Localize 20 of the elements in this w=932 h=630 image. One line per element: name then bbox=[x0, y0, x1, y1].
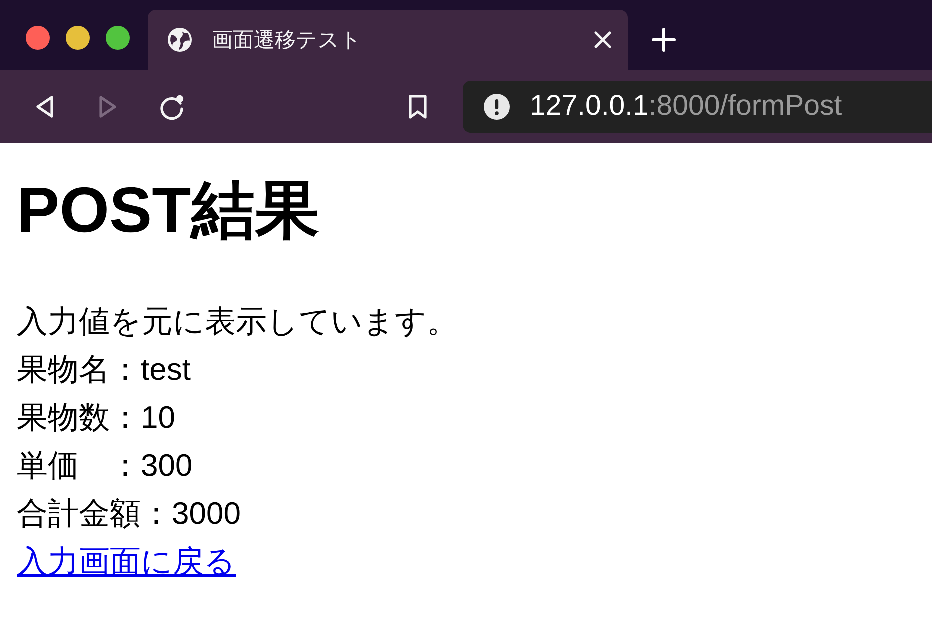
globe-icon bbox=[168, 28, 192, 52]
window-minimize-button[interactable] bbox=[66, 26, 90, 50]
exclamation-circle-icon[interactable] bbox=[484, 94, 510, 120]
page-heading: POST結果 bbox=[17, 173, 320, 247]
body-text: 合計金額：3000 bbox=[17, 495, 241, 533]
body-text: 単価 ：300 bbox=[17, 447, 193, 485]
body-text: 果物数：10 bbox=[17, 399, 176, 437]
close-icon[interactable] bbox=[594, 31, 612, 49]
body-text: 入力値を元に表示しています。 bbox=[17, 303, 458, 341]
back-link[interactable]: 入力画面に戻る bbox=[17, 544, 236, 579]
plus-icon[interactable] bbox=[652, 28, 676, 52]
url-text: 127.0.0.1:8000/formPost bbox=[530, 90, 842, 123]
body-text: 果物名：test bbox=[17, 351, 191, 389]
window-zoom-button[interactable] bbox=[106, 26, 130, 50]
left-triangle-icon[interactable] bbox=[35, 94, 55, 118]
address-bar[interactable]: 127.0.0.1:8000/formPost bbox=[463, 80, 932, 132]
reload-icon[interactable] bbox=[159, 94, 185, 120]
browser-tab[interactable]: 画面遷移テスト bbox=[148, 10, 628, 70]
bookmark-icon[interactable] bbox=[408, 94, 428, 120]
window-close-button[interactable] bbox=[26, 26, 50, 50]
